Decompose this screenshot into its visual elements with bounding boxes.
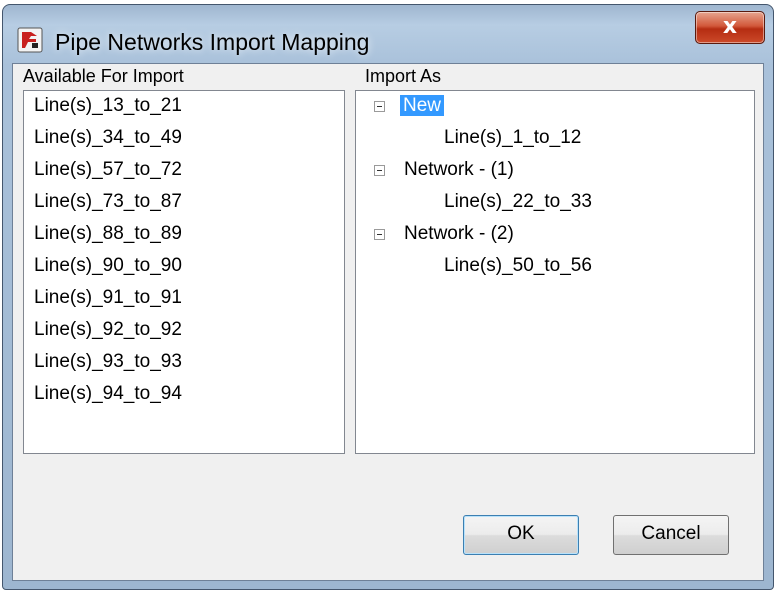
list-item[interactable]: Line(s)_90_to_90 [34, 253, 182, 279]
collapse-minus-icon[interactable] [374, 165, 385, 176]
list-item[interactable]: Line(s)_91_to_91 [34, 285, 182, 311]
tree-node-new[interactable]: New [400, 93, 445, 119]
collapse-minus-icon[interactable] [374, 229, 385, 240]
cancel-button[interactable]: Cancel [613, 515, 729, 555]
tree-node-label: New [400, 95, 445, 116]
tree-leaf[interactable]: Line(s)_22_to_33 [444, 189, 592, 215]
list-item[interactable]: Line(s)_93_to_93 [34, 349, 182, 375]
list-item[interactable]: Line(s)_92_to_92 [34, 317, 182, 343]
list-item[interactable]: Line(s)_57_to_72 [34, 157, 182, 183]
list-item[interactable]: Line(s)_13_to_21 [34, 93, 182, 119]
tree-node-network-1[interactable]: Network - (1) [404, 157, 514, 183]
tree-leaf[interactable]: Line(s)_1_to_12 [444, 125, 581, 151]
import-as-label: Import As [365, 66, 442, 86]
tree-node-network-2[interactable]: Network - (2) [404, 221, 514, 247]
tree-leaf[interactable]: Line(s)_50_to_56 [444, 253, 592, 279]
window-title: Pipe Networks Import Mapping [55, 29, 370, 55]
dialog-body: Available For Import Import As Line(s)_1… [12, 63, 764, 581]
list-item[interactable]: Line(s)_94_to_94 [34, 381, 182, 407]
available-for-import-label: Available For Import [23, 66, 184, 86]
dialog-window: Pipe Networks Import Mapping x Available… [2, 4, 774, 590]
close-icon: x [722, 14, 738, 39]
title-bar[interactable]: Pipe Networks Import Mapping x [3, 5, 773, 63]
app-logo-icon [17, 27, 43, 53]
import-as-tree[interactable]: New Line(s)_1_to_12 Network - (1) Line(s… [355, 90, 755, 454]
list-item[interactable]: Line(s)_34_to_49 [34, 125, 182, 151]
list-item[interactable]: Line(s)_88_to_89 [34, 221, 182, 247]
close-button[interactable]: x [695, 11, 765, 44]
list-item[interactable]: Line(s)_73_to_87 [34, 189, 182, 215]
ok-button[interactable]: OK [463, 515, 579, 555]
collapse-minus-icon[interactable] [374, 101, 385, 112]
available-list[interactable]: Line(s)_13_to_21 Line(s)_34_to_49 Line(s… [23, 90, 345, 454]
